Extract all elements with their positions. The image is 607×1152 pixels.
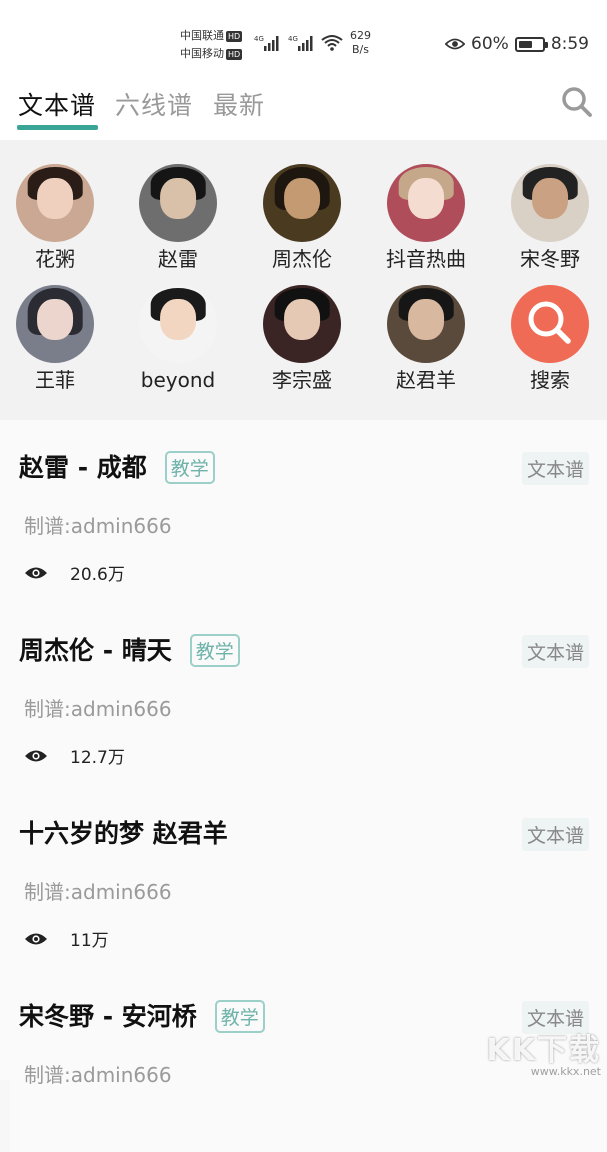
net-type-label: 4G (254, 35, 264, 43)
eye-icon (445, 38, 466, 50)
artist-name: 赵君羊 (396, 368, 456, 392)
signal-icon: 4G (254, 35, 279, 51)
artist-name: 李宗盛 (272, 368, 332, 392)
avatar (387, 164, 465, 242)
teaching-badge: 教学 (164, 450, 215, 484)
hd-badge: HD (226, 30, 243, 42)
view-count-value: 11万 (70, 931, 109, 951)
song-author: 制谱:admin666 (24, 697, 172, 721)
active-tab-indicator (17, 125, 98, 130)
artist-grid: 花粥 赵雷 周杰伦 抖音热曲 宋冬野 王菲 beyond 李宗盛 赵君羊 搜索 (0, 140, 607, 420)
artist-name: 王菲 (35, 368, 75, 392)
artist-item-huazhou[interactable]: 花粥 (0, 164, 115, 271)
net-type-label: 4G (288, 35, 298, 43)
artist-name: 搜索 (530, 368, 570, 392)
song-author: 制谱:admin666 (24, 514, 172, 538)
artist-item-zhaolei[interactable]: 赵雷 (118, 164, 238, 271)
tab-text-tab[interactable]: 文本谱 (18, 86, 96, 122)
song-title: 宋冬野 - 安河桥 教学 (19, 997, 265, 1035)
watermark-logo: KK下载 (486, 1033, 601, 1068)
artist-item-songdongye[interactable]: 宋冬野 (490, 164, 607, 271)
view-count: 11万 (24, 926, 109, 951)
tab-type-badge: 文本谱 (521, 635, 589, 668)
signal-icon: 4G (288, 35, 313, 51)
avatar (139, 285, 217, 363)
artist-item-zhaojunyang[interactable]: 赵君羊 (366, 285, 486, 392)
teaching-badge: 教学 (189, 633, 240, 667)
song-card[interactable]: 十六岁的梦 赵君羊 文本谱 制谱:admin666 11万 (10, 786, 607, 970)
wifi-icon (321, 35, 343, 51)
carrier-info: 中国联通 HD 中国移动 HD (180, 27, 243, 63)
net-speed: 629 B/s (350, 29, 371, 57)
view-count: 12.7万 (24, 743, 125, 768)
hd-badge: HD (226, 48, 243, 60)
tab-guitar-tab[interactable]: 六线谱 (115, 86, 193, 122)
artist-name: 宋冬野 (520, 247, 580, 271)
song-author: 制谱:admin666 (24, 880, 172, 904)
carrier-2: 中国移动 (180, 47, 224, 60)
battery-percent: 60% (471, 34, 509, 54)
artist-name: 抖音热曲 (386, 247, 466, 271)
view-count-value: 20.6万 (70, 565, 125, 585)
artist-item-douyin[interactable]: 抖音热曲 (366, 164, 486, 271)
teaching-badge: 教学 (214, 999, 265, 1033)
song-card[interactable]: 周杰伦 - 晴天 教学 文本谱 制谱:admin666 12.7万 (10, 603, 607, 787)
search-icon (528, 301, 571, 344)
avatar (511, 164, 589, 242)
status-right: 60% 8:59 (439, 34, 589, 54)
battery-icon (514, 36, 548, 52)
carrier-1: 中国联通 (180, 29, 224, 42)
tab-latest[interactable]: 最新 (213, 86, 265, 122)
song-title: 赵雷 - 成都 教学 (19, 448, 215, 486)
view-count-value: 12.7万 (70, 748, 125, 768)
eye-icon (25, 750, 47, 761)
tab-type-badge: 文本谱 (521, 452, 589, 485)
song-list: 赵雷 - 成都 教学 文本谱 制谱:admin666 20.6万 周杰伦 - 晴天… (0, 420, 607, 1152)
song-author: 制谱:admin666 (24, 1063, 172, 1087)
artist-item-search[interactable]: 搜索 (490, 285, 607, 392)
artist-name: 周杰伦 (272, 247, 332, 271)
watermark: KK下载 www.kkx.net (487, 1025, 602, 1078)
view-count: 20.6万 (24, 560, 125, 585)
search-icon[interactable] (561, 86, 593, 118)
artist-item-jay[interactable]: 周杰伦 (242, 164, 362, 271)
artist-item-wangfei[interactable]: 王菲 (0, 285, 115, 392)
artist-item-lizongsheng[interactable]: 李宗盛 (242, 285, 362, 392)
avatar (387, 285, 465, 363)
artist-item-beyond[interactable]: beyond (118, 285, 238, 392)
artist-name: 赵雷 (158, 247, 198, 271)
avatar (263, 164, 341, 242)
song-card[interactable]: 赵雷 - 成都 教学 文本谱 制谱:admin666 20.6万 (10, 420, 607, 604)
avatar (139, 164, 217, 242)
song-title: 十六岁的梦 赵君羊 (19, 819, 228, 848)
net-speed-value: 629 (350, 29, 371, 42)
artist-name: 花粥 (35, 247, 75, 271)
clock: 8:59 (550, 34, 589, 54)
song-title: 周杰伦 - 晴天 教学 (19, 631, 240, 669)
avatar (511, 285, 589, 363)
tab-type-badge: 文本谱 (521, 818, 589, 851)
net-speed-unit: B/s (352, 43, 369, 56)
eye-icon (25, 933, 47, 944)
eye-icon (25, 567, 47, 578)
status-bar: 中国联通 HD 中国移动 HD 4G 4G 629 B/s 60% 8:59 (0, 0, 607, 74)
tab-bar: 文本谱 六线谱 最新 (0, 74, 607, 140)
avatar (263, 285, 341, 363)
artist-name: beyond (140, 368, 216, 392)
avatar (16, 285, 94, 363)
avatar (16, 164, 94, 242)
